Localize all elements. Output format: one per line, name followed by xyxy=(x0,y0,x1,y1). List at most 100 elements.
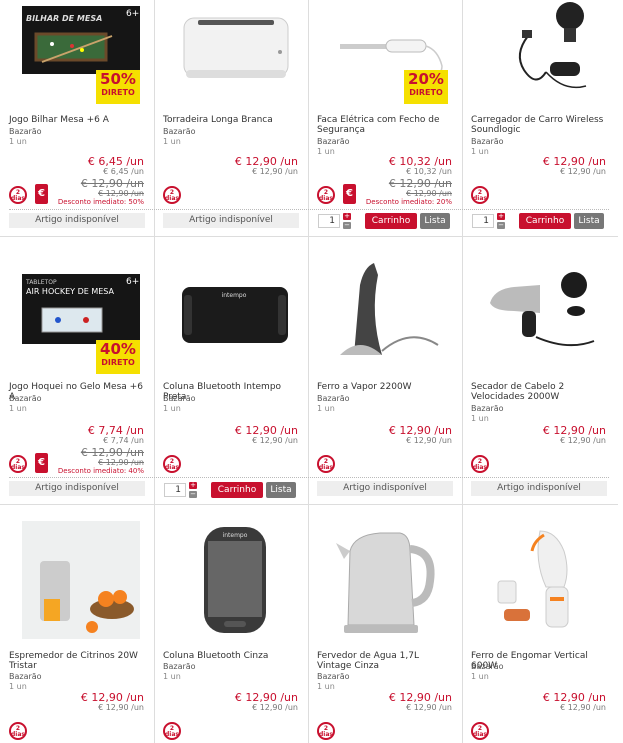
delivery-2-days-icon: 2 dias xyxy=(163,455,181,473)
product-brand: Bazarão xyxy=(471,404,504,413)
quantity-input[interactable]: 1 xyxy=(472,214,494,228)
product-name[interactable]: Faca Elétrica com Fecho de Segurança xyxy=(317,115,453,135)
product-brand: Bazarão xyxy=(163,127,196,136)
product-price-per-unit: € 6,45 /un xyxy=(103,167,144,176)
old-price-per-unit: € 12,90 /un xyxy=(406,189,452,198)
product-image[interactable]: TABLETOP AIR HOCKEY DE MESA 6+ xyxy=(22,274,140,344)
quantity-input[interactable]: 1 xyxy=(164,483,186,497)
unavailable-label: Artigo indisponível xyxy=(317,481,453,496)
product-price-per-unit: € 12,90 /un xyxy=(98,703,144,712)
product-name[interactable]: Jogo Bilhar Mesa +6 A xyxy=(9,115,145,125)
add-to-list-button[interactable]: Lista xyxy=(266,482,296,498)
product-price-per-unit: € 12,90 /un xyxy=(406,703,452,712)
product-brand: Bazarão xyxy=(317,394,350,403)
product-price-per-unit: € 10,32 /un xyxy=(406,167,452,176)
quantity-plus-button[interactable]: + xyxy=(343,213,351,220)
product-unit: 1 un xyxy=(163,137,181,146)
product-name[interactable]: Fervedor de Agua 1,7L Vintage Cinza xyxy=(317,651,453,671)
product-image[interactable] xyxy=(176,6,294,96)
product-card: Carregador de Carro Wireless Soundlogic … xyxy=(462,0,616,236)
row-dotted-divider xyxy=(9,477,609,478)
product-unit: 1 un xyxy=(317,147,335,156)
discount-text: Desconto imediato: 50% xyxy=(57,198,144,206)
add-to-cart-button[interactable]: Carrinho xyxy=(211,482,263,498)
product-brand: Bazarão xyxy=(317,137,350,146)
product-brand: Bazarão xyxy=(9,127,42,136)
quantity-plus-button[interactable]: + xyxy=(497,213,505,220)
product-image[interactable] xyxy=(330,521,448,639)
product-price-per-unit: € 12,90 /un xyxy=(252,167,298,176)
product-unit: 1 un xyxy=(9,404,27,413)
product-name[interactable]: Secador de Cabelo 2 Velocidades 2000W xyxy=(471,382,607,402)
add-to-list-button[interactable]: Lista xyxy=(420,213,450,229)
badge-label: DIRETO xyxy=(409,88,443,97)
image-caption-top: TABLETOP xyxy=(25,279,57,286)
image-caption: BILHAR DE MESA xyxy=(26,14,102,23)
product-image[interactable]: intempo xyxy=(176,521,294,639)
product-unit: 1 un xyxy=(471,147,489,156)
image-caption: AIR HOCKEY DE MESA xyxy=(26,287,115,296)
add-to-cart-button[interactable]: Carrinho xyxy=(365,213,417,229)
svg-text:intempo: intempo xyxy=(222,292,247,299)
unavailable-label: Artigo indisponível xyxy=(471,481,607,496)
add-to-cart-button[interactable]: Carrinho xyxy=(519,213,571,229)
image-age: 6+ xyxy=(126,9,139,19)
product-brand: Bazarão xyxy=(9,672,42,681)
old-price-per-unit: € 12,90 /un xyxy=(98,189,144,198)
product-card: TABLETOP AIR HOCKEY DE MESA 6+ 40% DIRET… xyxy=(0,237,154,504)
product-image[interactable]: intempo xyxy=(176,261,294,351)
product-price-per-unit: € 12,90 /un xyxy=(560,167,606,176)
discount-text: Desconto imediato: 20% xyxy=(365,198,452,206)
product-name[interactable]: Carregador de Carro Wireless Soundlogic xyxy=(471,115,607,135)
product-unit: 1 un xyxy=(9,682,27,691)
quantity-minus-button[interactable]: − xyxy=(497,222,505,229)
image-age: 6+ xyxy=(126,277,139,287)
delivery-2-days-icon: 2 dias xyxy=(163,186,181,204)
product-name[interactable]: Espremedor de Citrinos 20W Tristar xyxy=(9,651,145,671)
product-unit: 1 un xyxy=(471,672,489,681)
row-dotted-divider xyxy=(9,209,609,210)
product-name[interactable]: Coluna Bluetooth Cinza xyxy=(163,651,299,661)
product-image[interactable] xyxy=(22,521,140,639)
product-image[interactable] xyxy=(484,261,602,357)
product-brand: Bazarão xyxy=(163,662,196,671)
add-to-list-button[interactable]: Lista xyxy=(574,213,604,229)
discount-badge: 20% DIRETO xyxy=(404,70,448,104)
product-price-per-unit: € 12,90 /un xyxy=(560,703,606,712)
product-card: Secador de Cabelo 2 Velocidades 2000W Ba… xyxy=(462,237,616,504)
product-image[interactable]: BILHAR DE MESA 6+ xyxy=(22,6,140,74)
product-brand: Bazarão xyxy=(163,394,196,403)
product-card: intempo Coluna Bluetooth Intempo Preta B… xyxy=(154,237,308,504)
unavailable-label: Artigo indisponível xyxy=(163,213,299,228)
product-name[interactable]: Torradeira Longa Branca xyxy=(163,115,299,125)
product-card: Ferro a Vapor 2200W Bazarão 1 un € 12,90… xyxy=(308,237,462,504)
delivery-2-days-icon: 2 dias xyxy=(317,186,335,204)
product-price-per-unit: € 12,90 /un xyxy=(252,703,298,712)
product-name[interactable]: Ferro a Vapor 2200W xyxy=(317,382,453,392)
badge-label: DIRETO xyxy=(101,88,135,97)
discount-badge: 40% DIRETO xyxy=(96,340,140,374)
product-card: Fervedor de Agua 1,7L Vintage Cinza Baza… xyxy=(308,505,462,743)
product-card: intempo Coluna Bluetooth Cinza Bazarão 1… xyxy=(154,505,308,743)
product-unit: 1 un xyxy=(9,137,27,146)
quantity-minus-button[interactable]: − xyxy=(189,491,197,498)
product-price-per-unit: € 12,90 /un xyxy=(406,436,452,445)
quantity-minus-button[interactable]: − xyxy=(343,222,351,229)
svg-text:intempo: intempo xyxy=(223,532,248,539)
unavailable-label: Artigo indisponível xyxy=(9,481,145,496)
product-image[interactable] xyxy=(484,521,602,639)
discount-badge: 50% DIRETO xyxy=(96,70,140,104)
quantity-input[interactable]: 1 xyxy=(318,214,340,228)
product-grid: BILHAR DE MESA 6+ 50% DIRETO Jogo Bilhar… xyxy=(0,0,618,743)
product-price-per-unit: € 12,90 /un xyxy=(560,436,606,445)
quantity-plus-button[interactable]: + xyxy=(189,482,197,489)
product-image[interactable] xyxy=(484,0,602,96)
delivery-2-days-icon: 2 dias xyxy=(9,186,27,204)
product-brand: Bazarão xyxy=(471,137,504,146)
product-card: Torradeira Longa Branca Bazarão 1 un € 1… xyxy=(154,0,308,236)
delivery-2-days-icon: 2 dias xyxy=(471,722,489,740)
product-unit: 1 un xyxy=(163,672,181,681)
delivery-2-days-icon: 2 dias xyxy=(471,455,489,473)
product-unit: 1 un xyxy=(317,404,335,413)
product-image[interactable] xyxy=(330,255,448,365)
